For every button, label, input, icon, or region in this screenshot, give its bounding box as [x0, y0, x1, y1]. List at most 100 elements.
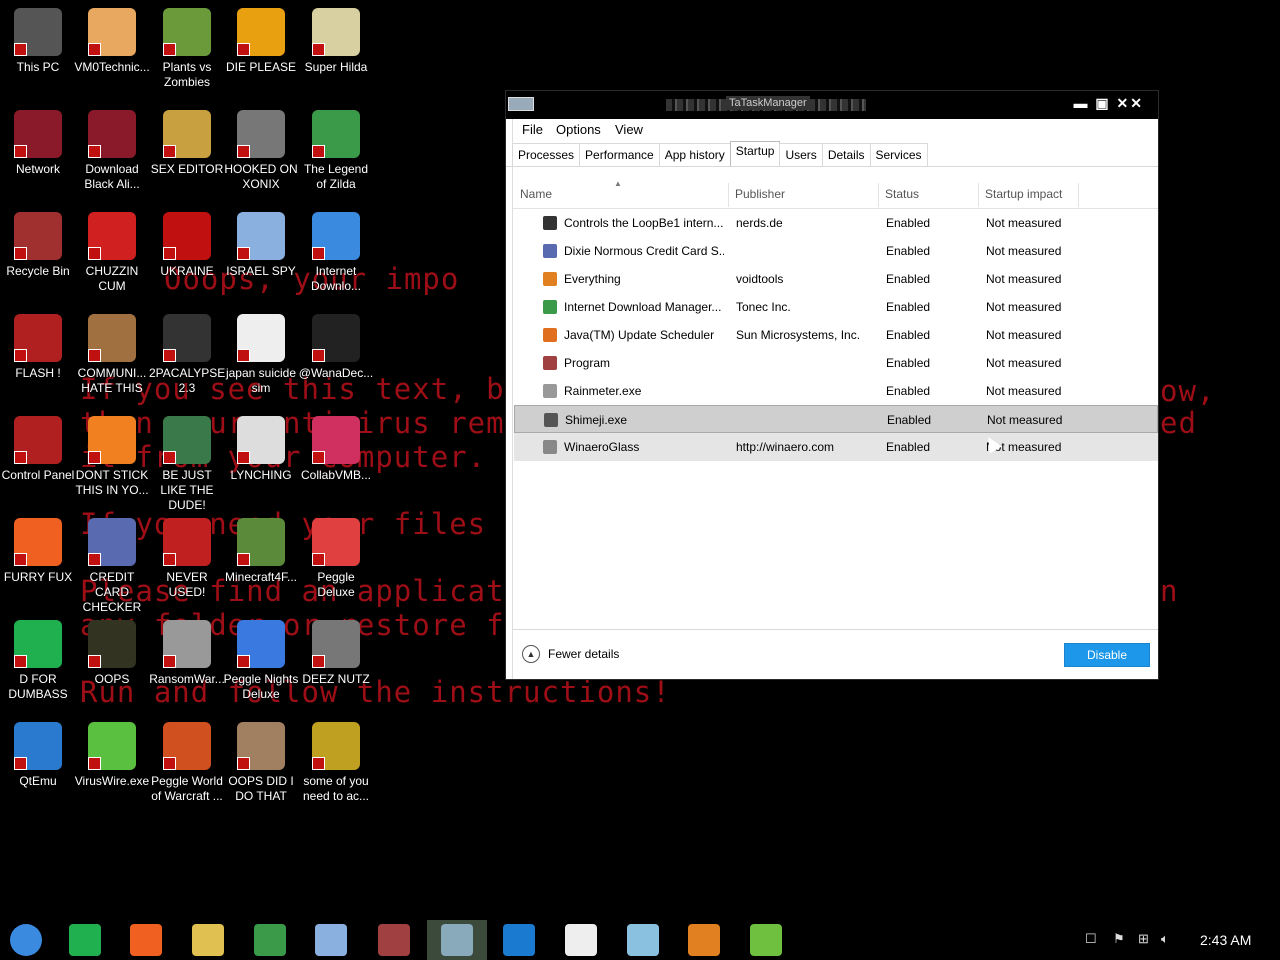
menu-view[interactable]: View	[615, 122, 643, 137]
notepad-icon[interactable]	[750, 924, 782, 956]
startup-row[interactable]: Program Enabled Not measured	[514, 349, 1158, 377]
desktop-icon[interactable]: COMMUNI... HATE THIS	[74, 314, 150, 396]
startup-row[interactable]: Controls the LoopBe1 intern... nerds.de En…	[514, 209, 1158, 237]
column-header-publisher[interactable]: Publisher	[735, 187, 785, 209]
clock[interactable]: 2:43 AM	[1200, 932, 1251, 948]
row-publisher: Sun Microsystems, Inc.	[736, 328, 861, 342]
tab-details[interactable]: Details	[821, 143, 871, 167]
column-separator	[1078, 183, 1079, 207]
desktop-icon[interactable]: Peggle World of Warcraft ...	[149, 722, 225, 804]
portrait-app-icon[interactable]	[378, 924, 410, 956]
maximize-icon[interactable]: ▣	[1095, 95, 1110, 111]
desktop-icon[interactable]: QtEmu	[0, 722, 76, 789]
desktop-icon-label: Internet Downlo...	[310, 264, 362, 293]
tab-services[interactable]: Services	[869, 143, 928, 167]
menu-options[interactable]: Options	[556, 122, 601, 137]
desktop-icon[interactable]: VM0Technic...	[74, 8, 150, 75]
app-green-icon[interactable]	[69, 924, 101, 956]
internet-download-manager-icon[interactable]	[254, 924, 286, 956]
desktop-icon[interactable]: Network	[0, 110, 76, 177]
recycle-bin-icon	[14, 212, 62, 260]
desktop-icon[interactable]: CHUZZIN CUM	[74, 212, 150, 294]
chevron-up-icon: ▲	[522, 645, 540, 663]
desktop-icon[interactable]: FURRY FUX	[0, 518, 76, 585]
task-manager-app-icon	[508, 97, 534, 111]
glass-app-icon[interactable]	[627, 924, 659, 956]
desktop-icon[interactable]: LYNCHING	[223, 416, 299, 483]
desktop-icon[interactable]: Super Hilda	[298, 8, 374, 75]
window-controls[interactable]: ▬ ▣ ✕✕	[1074, 95, 1144, 112]
startup-row[interactable]: Rainmeter.exe Enabled Not measured	[514, 377, 1158, 405]
startup-row[interactable]: Java(TM) Update Scheduler Sun Microsystem…	[514, 321, 1158, 349]
desktop-icon[interactable]: 2PACALYPSE 2.3	[149, 314, 225, 396]
desktop-icon[interactable]: some of you need to ac...	[298, 722, 374, 804]
desktop-icon[interactable]: NEVER USED!	[149, 518, 225, 600]
network-tray-icon[interactable]: ⊞	[1138, 931, 1149, 947]
desktop-icon[interactable]: Recycle Bin	[0, 212, 76, 279]
desktop-icon[interactable]: Download Black Ali...	[74, 110, 150, 192]
minimize-icon[interactable]: ▬	[1074, 95, 1090, 111]
7zip-icon[interactable]	[565, 924, 597, 956]
desktop-icon[interactable]: Plants vs Zombies	[149, 8, 225, 90]
desktop-icon[interactable]: BE JUST LIKE THE DUDE!	[149, 416, 225, 513]
column-header-startup-impact[interactable]: Startup impact	[985, 187, 1062, 209]
task-manager-window[interactable]: TaTaskManager ▬ ▣ ✕✕ File Options View P…	[505, 90, 1159, 680]
file-explorer-icon[interactable]	[192, 924, 224, 956]
media-player-icon[interactable]	[688, 924, 720, 956]
tab-performance[interactable]: Performance	[579, 143, 660, 167]
shortcut-arrow-icon	[312, 349, 325, 362]
volume-icon[interactable]: 🔈︎	[1161, 931, 1169, 947]
title-bar[interactable]: TaTaskManager ▬ ▣ ✕✕	[506, 91, 1158, 119]
start-button[interactable]	[10, 924, 42, 956]
action-center-flag-icon[interactable]: ⚑	[1113, 931, 1125, 947]
startup-row[interactable]: WinaeroGlass http://winaero.com Enabled Not…	[514, 433, 1158, 461]
israel-spy-taskbar-icon[interactable]	[315, 924, 347, 956]
desktop-icon[interactable]: FLASH !	[0, 314, 76, 381]
show-hidden-icons-icon[interactable]: ☐	[1085, 931, 1097, 947]
desktop-icon[interactable]: This PC	[0, 8, 76, 75]
desktop-icon[interactable]: D FOR DUMBASS	[0, 620, 76, 702]
desktop-icon[interactable]: Peggle Deluxe	[298, 518, 374, 600]
desktop-icon[interactable]: The Legend of Zilda	[298, 110, 374, 192]
startup-row[interactable]: Dixie Normous Credit Card S... Enabled Not…	[514, 237, 1158, 265]
column-header-status[interactable]: Status	[885, 187, 919, 209]
tab-app-history[interactable]: App history	[658, 143, 731, 167]
desktop-icon[interactable]: DIE PLEASE	[223, 8, 299, 75]
startup-row[interactable]: Internet Download Manager... Tonec Inc. En…	[514, 293, 1158, 321]
disable-button[interactable]: Disable	[1064, 643, 1150, 667]
tab-startup[interactable]: Startup	[729, 141, 781, 167]
desktop-icon[interactable]: CREDIT CARD CHECKER	[74, 518, 150, 615]
tab-processes[interactable]: Processes	[512, 143, 581, 167]
desktop-icon[interactable]: DEEZ NUTZ	[298, 620, 374, 687]
desktop-icon[interactable]: japan suicide sim	[223, 314, 299, 396]
close-icon[interactable]: ✕✕	[1117, 95, 1144, 111]
fewer-details-link[interactable]: ▲ Fewer details	[522, 645, 619, 663]
desktop-icon[interactable]: UKRAINE	[149, 212, 225, 279]
startup-row[interactable]: Everything voidtools Enabled Not measured	[514, 265, 1158, 293]
desktop-icon[interactable]: OOPS DID I DO THAT	[223, 722, 299, 804]
shortcut-arrow-icon	[237, 145, 250, 158]
menu-file[interactable]: File	[522, 122, 543, 137]
internet-explorer-icon[interactable]	[503, 924, 535, 956]
desktop-icon[interactable]: Control Panel	[0, 416, 76, 483]
desktop-icon[interactable]: CollabVMB...	[298, 416, 374, 483]
desktop-icon[interactable]: SEX EDITOR	[149, 110, 225, 177]
desktop-icon[interactable]: Internet Downlo...	[298, 212, 374, 294]
firefox-icon[interactable]	[130, 924, 162, 956]
desktop-icon[interactable]: @WanaDec...	[298, 314, 374, 381]
row-impact: Not measured	[986, 272, 1062, 286]
desktop-icon[interactable]: HOOKED ON XONIX	[223, 110, 299, 192]
app-icon	[543, 384, 557, 398]
desktop-icon[interactable]: Peggle Nights Deluxe	[223, 620, 299, 702]
desktop-icon[interactable]: VirusWire.exe	[74, 722, 150, 789]
desktop-icon[interactable]: RansomWar...	[149, 620, 225, 687]
desktop-icon[interactable]: OOPS	[74, 620, 150, 687]
taskbar: ☐ ⚑ ⊞ 🔈︎ 2:43 AM	[0, 920, 1280, 960]
task-manager-taskbar-icon[interactable]	[441, 924, 473, 956]
desktop-icon[interactable]: ISRAEL SPY	[223, 212, 299, 279]
column-header-name[interactable]: Name	[520, 187, 552, 209]
tab-users[interactable]: Users	[779, 143, 823, 167]
desktop-icon[interactable]: Minecraft4F...	[223, 518, 299, 585]
desktop-icon[interactable]: DONT STICK THIS IN YO...	[74, 416, 150, 498]
startup-row[interactable]: Shimeji.exe Enabled Not measured	[514, 405, 1158, 433]
